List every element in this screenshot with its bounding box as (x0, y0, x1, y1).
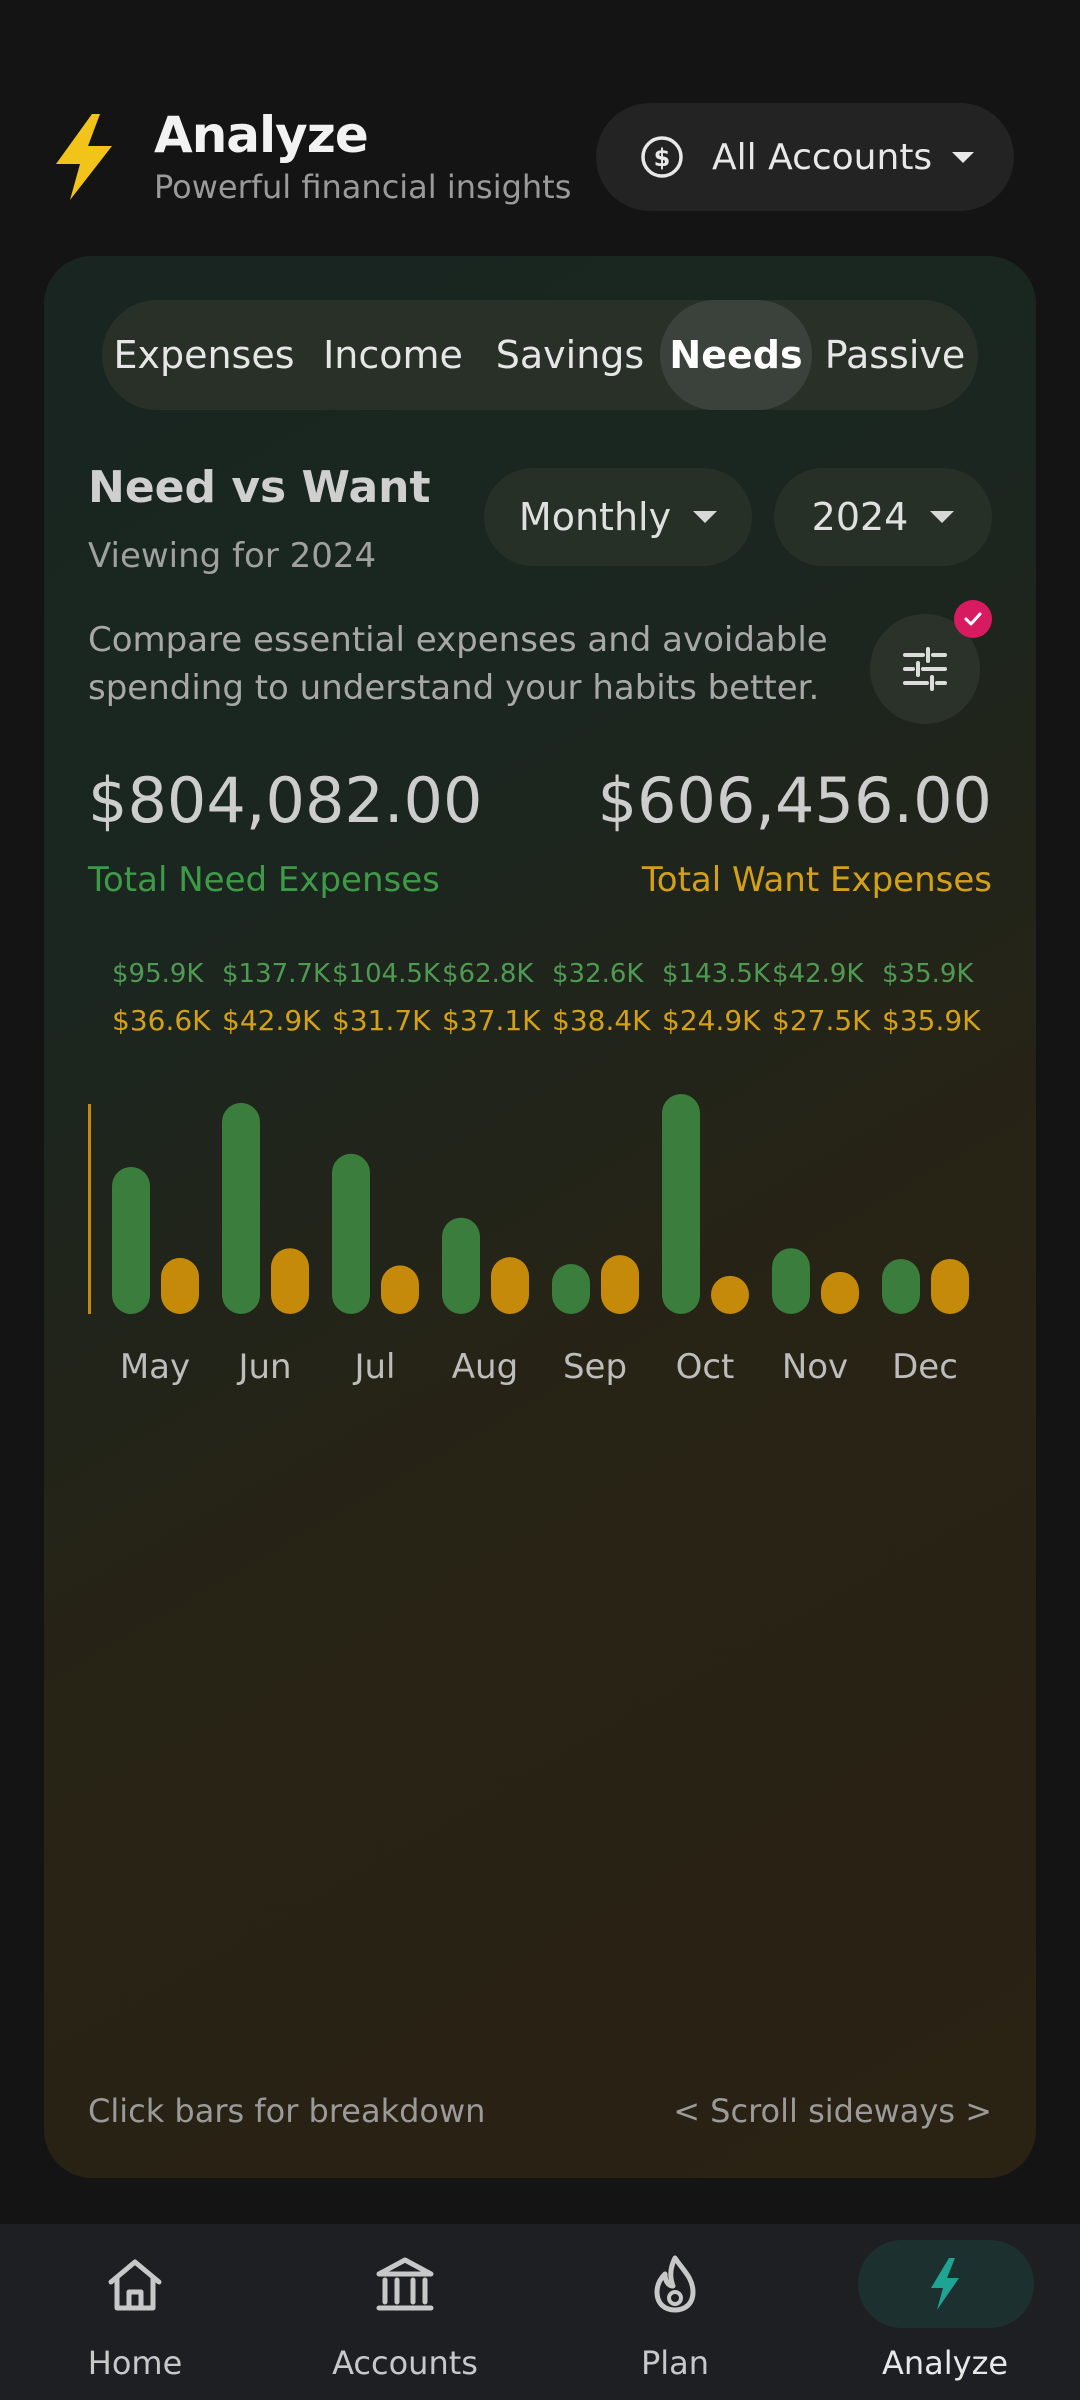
check-icon (964, 612, 982, 626)
bar-want-sep[interactable] (601, 1255, 639, 1314)
svg-text:$: $ (654, 144, 671, 172)
app-header: Analyze Powerful financial insights $ Al… (0, 0, 1080, 250)
total-want-amount: $606,456.00 (597, 764, 992, 837)
bar-want-aug[interactable] (491, 1257, 529, 1314)
nav-analyze[interactable]: Analyze (810, 2224, 1080, 2400)
want-value-label: $36.6K (112, 1004, 211, 1037)
bank-icon (376, 2257, 434, 2311)
dollar-circle-icon: $ (641, 136, 683, 178)
want-value-label: $37.1K (442, 1004, 541, 1037)
x-axis-label: Jul (352, 1347, 395, 1387)
need-value-label: $35.9K (882, 959, 974, 989)
bar-need-jun[interactable] (222, 1102, 260, 1314)
lightning-bolt-icon (931, 2258, 959, 2310)
bar-want-nov[interactable] (821, 1271, 859, 1314)
section-description: Compare essential expenses and avoidable… (88, 620, 828, 708)
want-value-label: $38.4K (552, 1004, 651, 1037)
chevron-down-icon (952, 151, 975, 163)
bar-need-aug[interactable] (442, 1217, 480, 1314)
lightning-bolt-icon (56, 114, 112, 200)
year-dropdown[interactable]: 2024 (774, 468, 992, 566)
total-need-label: Total Need Expenses (88, 860, 440, 900)
x-axis-label: Dec (892, 1347, 958, 1387)
tab-expenses[interactable]: Expenses (102, 300, 306, 410)
need-want-bar-chart[interactable]: $95.9K$36.6KMay$137.7K$42.9KJun$104.5K$3… (44, 936, 1036, 2096)
need-value-label: $137.7K (222, 959, 331, 989)
bar-want-dec[interactable] (931, 1258, 969, 1314)
nav-accounts[interactable]: Accounts (270, 2224, 540, 2400)
nav-plan-label: Plan (640, 2344, 710, 2382)
bar-need-sep[interactable] (552, 1264, 590, 1314)
bar-need-jul[interactable] (332, 1153, 370, 1314)
chart-hint-scroll: < Scroll sideways > (673, 2092, 992, 2130)
x-axis-label: Nov (782, 1347, 848, 1387)
page-title: Analyze (154, 106, 369, 164)
year-dropdown-label: 2024 (811, 495, 909, 539)
section-subtitle: Viewing for 2024 (88, 536, 377, 576)
nav-analyze-label: Analyze (881, 2344, 1009, 2382)
nav-home-label: Home (87, 2344, 183, 2382)
tab-needs[interactable]: Needs (660, 300, 812, 410)
bar-want-jun[interactable] (271, 1248, 309, 1314)
nav-home[interactable]: Home (0, 2224, 270, 2400)
tab-passive[interactable]: Passive (812, 300, 978, 410)
need-value-label: $32.6K (552, 959, 644, 989)
want-value-label: $42.9K (222, 1004, 321, 1037)
analysis-tabs: Expenses Income Savings Needs Passive (102, 300, 978, 410)
bar-need-dec[interactable] (882, 1258, 920, 1314)
need-value-label: $104.5K (332, 959, 441, 989)
want-value-label: $24.9K (662, 1004, 761, 1037)
want-value-label: $31.7K (332, 1004, 431, 1037)
total-want-label: Total Want Expenses (641, 860, 992, 900)
need-value-label: $143.5K (662, 959, 771, 989)
x-axis-label: Aug (452, 1347, 518, 1387)
bar-want-may[interactable] (161, 1257, 199, 1314)
bottom-navigation: Home Accounts Plan Analyze (0, 2224, 1080, 2400)
account-selector-label: All Accounts (712, 136, 933, 178)
want-value-label: $35.9K (882, 1004, 981, 1037)
account-selector[interactable]: $ All Accounts (596, 103, 1014, 211)
sliders-icon (903, 647, 947, 691)
tab-income[interactable]: Income (306, 300, 480, 410)
page-subtitle: Powerful financial insights (154, 168, 572, 206)
bar-need-oct[interactable] (662, 1094, 700, 1314)
need-value-label: $95.9K (112, 959, 204, 989)
x-axis-label: Jun (236, 1347, 291, 1387)
bar-need-may[interactable] (112, 1166, 150, 1314)
home-icon (108, 2259, 162, 2311)
chevron-down-icon (693, 511, 718, 523)
tab-savings[interactable]: Savings (480, 300, 660, 410)
bar-want-jul[interactable] (381, 1265, 419, 1314)
x-axis-label: Oct (676, 1347, 735, 1387)
chart-hint-click: Click bars for breakdown (88, 2092, 486, 2130)
nav-plan[interactable]: Plan (540, 2224, 810, 2400)
bar-need-nov[interactable] (772, 1248, 810, 1314)
need-value-label: $62.8K (442, 959, 534, 989)
analysis-card: Expenses Income Savings Needs Passive Ne… (44, 256, 1036, 2178)
period-dropdown-label: Monthly (518, 495, 672, 539)
total-need-amount: $804,082.00 (88, 764, 483, 837)
x-axis-label: May (120, 1347, 190, 1387)
section-title: Need vs Want (88, 462, 431, 513)
partial-bar-offscreen (88, 1104, 91, 1314)
need-value-label: $42.9K (772, 959, 864, 989)
period-dropdown[interactable]: Monthly (484, 468, 752, 566)
bar-want-oct[interactable] (711, 1275, 749, 1314)
nav-accounts-label: Accounts (332, 2344, 478, 2382)
flame-icon (654, 2255, 696, 2313)
want-value-label: $27.5K (772, 1004, 871, 1037)
x-axis-label: Sep (563, 1347, 627, 1387)
chevron-down-icon (930, 511, 955, 523)
filter-active-badge (954, 600, 992, 638)
